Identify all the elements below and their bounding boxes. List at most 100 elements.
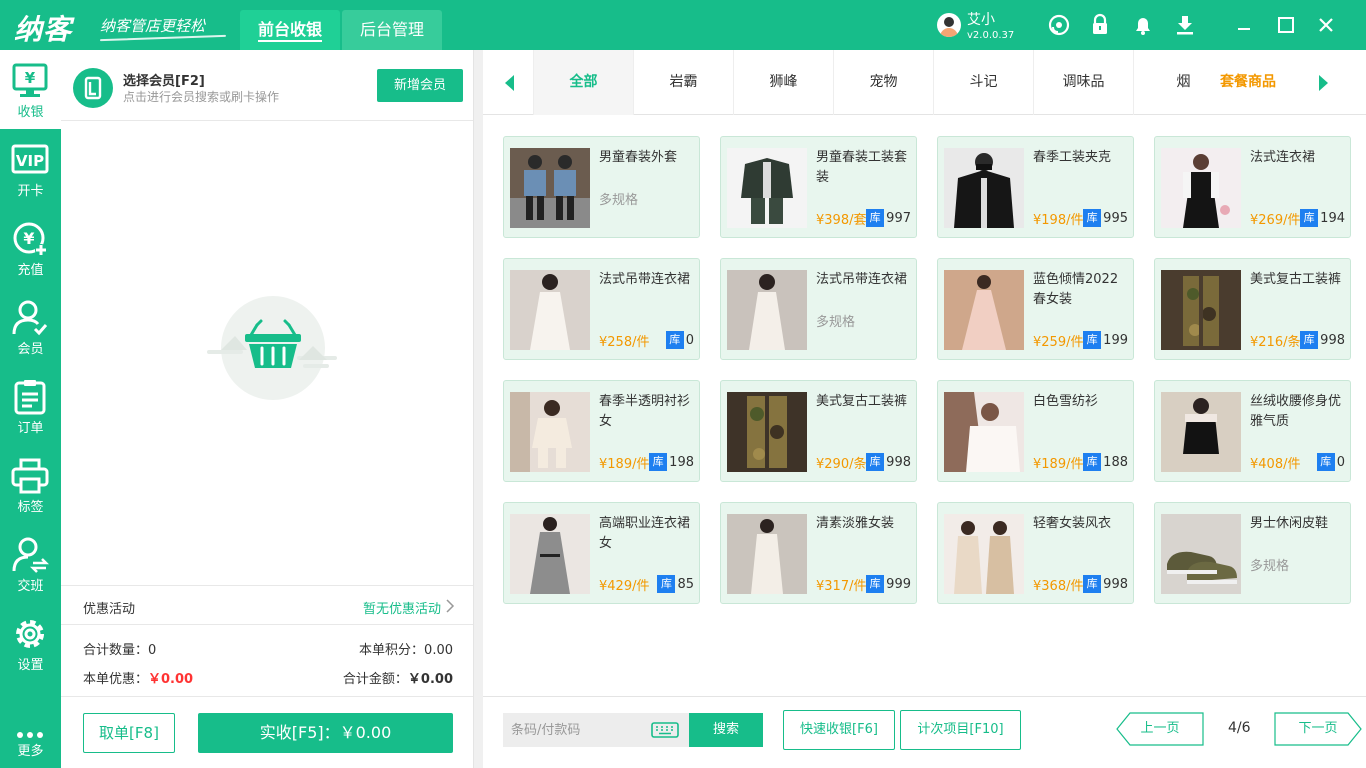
bell-icon[interactable]	[1131, 13, 1155, 37]
stock-badge: 库	[1300, 331, 1319, 349]
download-icon[interactable]	[1173, 13, 1197, 37]
product-card[interactable]: 轻奢女装风衣 ¥368/件库 998	[937, 502, 1134, 604]
page-indicator: 4/6	[1228, 720, 1251, 736]
sidebar-item-more[interactable]: 更多	[0, 710, 61, 768]
category-next-icon[interactable]	[1318, 74, 1330, 92]
tab-front-cashier[interactable]: 前台收银	[240, 10, 340, 50]
product-name: 高端职业连衣裙女	[599, 516, 691, 551]
sidebar-item-member[interactable]: 会员	[0, 287, 61, 366]
category-tab[interactable]: 斗记	[933, 50, 1033, 115]
minimize-icon[interactable]	[1232, 13, 1256, 37]
stock-badge: 库	[1316, 453, 1335, 471]
lock-icon[interactable]	[1088, 13, 1112, 37]
add-member-button[interactable]: 新增会员	[377, 69, 463, 102]
category-tab[interactable]: 岩霸	[633, 50, 733, 115]
product-price: ¥290/条	[816, 457, 867, 472]
chevron-right-icon[interactable]	[445, 598, 455, 614]
quick-checkout-button[interactable]: 快速收银[F6]	[783, 710, 895, 750]
product-image	[727, 270, 807, 350]
sidebar-item-label: 收银	[17, 105, 44, 120]
product-name: 丝绒收腰修身优雅气质	[1250, 394, 1342, 429]
select-member-title[interactable]: 选择会员[F2]	[123, 70, 205, 89]
take-order-button[interactable]: 取单[F8]	[83, 713, 175, 753]
product-price: ¥368/件	[1033, 579, 1084, 594]
divider	[61, 696, 473, 697]
empty-cart-icon	[207, 296, 337, 400]
product-image	[1161, 392, 1241, 472]
product-image	[727, 514, 807, 594]
product-card[interactable]: 男童春装外套 多规格	[503, 136, 700, 238]
product-price: ¥189/件	[599, 457, 650, 472]
prev-page-button[interactable]: 上一页	[1116, 712, 1204, 746]
user-name[interactable]: 艾小	[967, 9, 995, 29]
product-card[interactable]: 丝绒收腰修身优雅气质 ¥408/件库 0	[1154, 380, 1351, 482]
checkout-button[interactable]: 实收[F5]：￥0.00	[198, 713, 453, 753]
bottom-toolbar: 搜索 快速收银[F6] 计次项目[F10] 上一页 4/6 下一页	[483, 696, 1366, 768]
sidebar-item-open-card[interactable]: VIP 开卡	[0, 129, 61, 208]
tab-back-management[interactable]: 后台管理	[342, 10, 442, 50]
panel-splitter[interactable]	[474, 50, 483, 768]
order-total: 合计金额：￥0.00	[343, 668, 453, 687]
product-card[interactable]: 男童春装工装套装 ¥398/套库 997	[720, 136, 917, 238]
category-tab[interactable]: 狮峰	[733, 50, 833, 115]
product-spec: 多规格	[816, 315, 856, 330]
product-name: 法式连衣裙	[1250, 150, 1316, 165]
stock-badge: 库	[665, 331, 684, 349]
product-price: ¥259/件	[1033, 335, 1084, 350]
promotion-value[interactable]: 暂无优惠活动	[363, 598, 441, 617]
category-tab[interactable]: 宠物	[833, 50, 933, 115]
product-stock: 库 85	[657, 575, 694, 593]
product-card[interactable]: 法式连衣裙 ¥269/件库 194	[1154, 136, 1351, 238]
svg-text:¥: ¥	[25, 69, 36, 87]
product-image	[510, 514, 590, 594]
close-icon[interactable]	[1314, 13, 1338, 37]
sidebar-item-settings[interactable]: 设置	[0, 603, 61, 682]
sidebar-item-shift[interactable]: 交班	[0, 524, 61, 603]
next-page-label: 下一页	[1298, 721, 1338, 736]
product-card[interactable]: 高端职业连衣裙女 ¥429/件库 85	[503, 502, 700, 604]
product-name: 轻奢女装风衣	[1033, 516, 1112, 531]
sidebar-item-cashier[interactable]: ¥ 收银	[0, 50, 61, 129]
product-card[interactable]: 法式吊带连衣裙 多规格	[720, 258, 917, 360]
sidebar-item-label: 设置	[17, 658, 44, 673]
stock-badge: 库	[866, 209, 885, 227]
count-item-button[interactable]: 计次项目[F10]	[900, 710, 1021, 750]
product-card[interactable]: 春季工装夹克 ¥198/件库 995	[937, 136, 1134, 238]
category-tab[interactable]: 全部	[533, 50, 633, 115]
product-stock-value: 999	[886, 577, 911, 592]
product-image	[727, 148, 807, 228]
product-card[interactable]: 白色雪纺衫 ¥189/件库 188	[937, 380, 1134, 482]
product-card[interactable]: 美式复古工装裤 ¥290/条库 998	[720, 380, 917, 482]
total-quantity-value: 0	[148, 643, 157, 658]
next-page-button[interactable]: 下一页	[1274, 712, 1362, 746]
sidebar-item-recharge[interactable]: ¥ 充值	[0, 208, 61, 287]
product-stock: 库 997	[866, 209, 911, 227]
promotion-row[interactable]: 优惠活动 暂无优惠活动	[61, 585, 473, 625]
product-card[interactable]: 法式吊带连衣裙 ¥258/件库 0	[503, 258, 700, 360]
product-image	[510, 270, 590, 350]
order-points-label: 本单积分：	[359, 643, 425, 658]
headset-icon[interactable]	[1047, 13, 1071, 37]
sidebar-item-order[interactable]: 订单	[0, 366, 61, 445]
product-stock: 库 194	[1300, 209, 1345, 227]
member-card-icon[interactable]	[73, 68, 113, 108]
stock-badge: 库	[866, 453, 885, 471]
product-card[interactable]: 清素淡雅女装 ¥317/件库 999	[720, 502, 917, 604]
product-stock-value: 0	[685, 333, 694, 348]
keyboard-icon[interactable]	[651, 722, 679, 738]
category-tab[interactable]: 调味品	[1033, 50, 1133, 115]
product-card[interactable]: 蓝色倾情2022春女装 ¥259/件库 199	[937, 258, 1134, 360]
user-avatar[interactable]	[937, 13, 961, 37]
product-card[interactable]: 春季半透明衬衫女 ¥189/件库 198	[503, 380, 700, 482]
vip-card-icon: VIP	[11, 144, 49, 174]
product-image	[1161, 148, 1241, 228]
sidebar-item-label-print[interactable]: 标签	[0, 445, 61, 524]
category-prev-icon[interactable]	[503, 74, 515, 92]
product-card[interactable]: 美式复古工装裤 ¥216/条库 998	[1154, 258, 1351, 360]
search-button[interactable]: 搜索	[689, 713, 763, 747]
sidebar-item-label: 开卡	[17, 184, 44, 199]
product-stock: 库 998	[1300, 331, 1345, 349]
maximize-icon[interactable]	[1274, 13, 1298, 37]
product-card[interactable]: 男士休闲皮鞋 多规格	[1154, 502, 1351, 604]
category-combo[interactable]: 套餐商品	[1213, 50, 1283, 115]
